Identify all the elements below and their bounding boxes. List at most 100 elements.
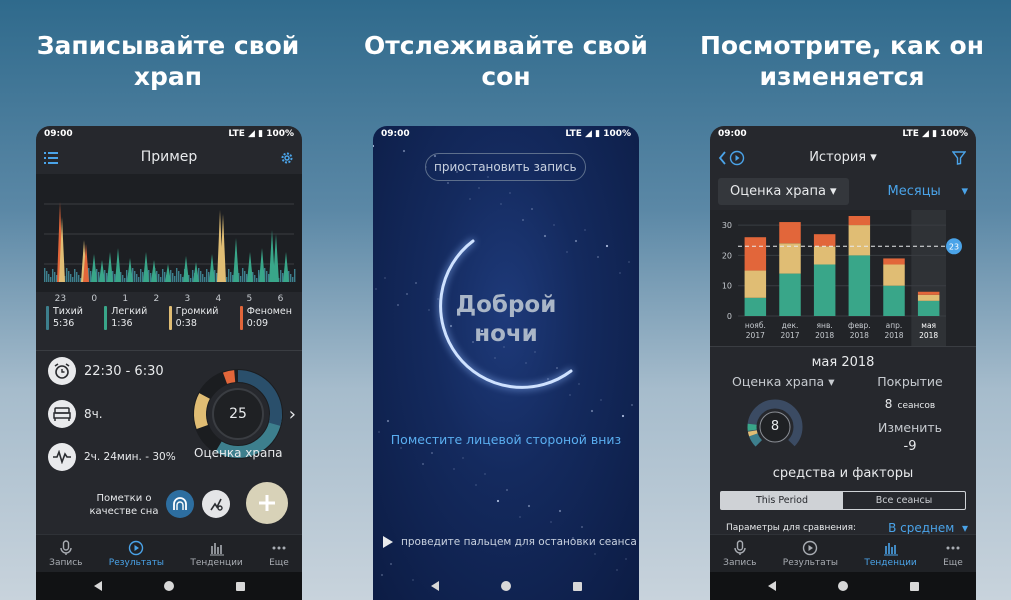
sleep-note-mouthguard-button[interactable] [166, 490, 194, 518]
star [496, 499, 500, 503]
bar-segment[interactable] [917, 294, 940, 301]
waveform-bar [190, 278, 192, 282]
metric-select[interactable]: Оценка храпа ▾ [718, 177, 849, 205]
tab-results[interactable]: Результаты [109, 540, 164, 568]
tab-trends[interactable]: Тенденции [864, 540, 917, 568]
legend-loud: Громкий 0:38 [168, 306, 218, 330]
status-network: LTE [565, 129, 582, 139]
bar-segment[interactable] [744, 270, 767, 298]
waveform-bar [78, 275, 80, 282]
bar-segment[interactable] [883, 258, 905, 265]
star [506, 489, 508, 491]
phone-trends: 09:00 LTE ◢ ▮ 100% История ▾ Оценка храп… [710, 126, 976, 600]
waveform-bar [206, 269, 208, 282]
recents-icon[interactable] [909, 581, 919, 591]
snore-spike [233, 238, 239, 282]
bar-segment[interactable] [813, 246, 836, 265]
tab-results[interactable]: Результаты [783, 540, 838, 568]
waveform-bar [174, 276, 176, 282]
tab-trends[interactable]: Тенденции [190, 540, 243, 568]
x-tick-label: дек. [782, 321, 799, 330]
bar-segment[interactable] [779, 222, 801, 244]
waveform-bar [122, 275, 124, 282]
snore-chart [36, 174, 302, 292]
time-range: 22:30 - 6:30 [84, 363, 164, 379]
home-icon[interactable] [837, 581, 848, 591]
waveform-bar [242, 268, 244, 282]
tab-more[interactable]: Еще [269, 540, 289, 568]
bar-segment[interactable] [779, 243, 801, 274]
segment-all-sessions[interactable]: Все сеансы [843, 492, 965, 509]
sleep-notes-label: Пометки о качестве сна [89, 493, 159, 517]
alarm-clock-icon [48, 357, 76, 385]
waveform-bar [158, 274, 160, 282]
home-icon[interactable] [163, 581, 174, 591]
page-title[interactable]: История ▾ [809, 150, 877, 165]
star [400, 447, 402, 449]
bar-segment[interactable] [744, 297, 767, 316]
headline-trends: Посмотрите, как он изменяется [699, 31, 985, 91]
tab-record[interactable]: Запись [49, 539, 82, 568]
recents-icon[interactable] [235, 581, 245, 591]
tick-label: 5 [246, 294, 253, 304]
back-icon[interactable] [93, 581, 102, 591]
bar-segment[interactable] [917, 291, 940, 295]
back-icon[interactable] [767, 581, 776, 591]
tick-label: 0 [91, 294, 98, 304]
menu-icon[interactable] [44, 152, 58, 164]
add-note-button[interactable] [246, 482, 288, 524]
recents-icon[interactable] [572, 581, 582, 591]
status-bar: 09:00 LTE ◢ ▮ 100% [44, 129, 294, 139]
score-gauge: 8 [746, 398, 804, 456]
star [475, 484, 477, 486]
back-play-icon[interactable] [718, 150, 746, 166]
bar-segment[interactable] [848, 216, 871, 226]
tab-more[interactable]: Еще [943, 540, 963, 568]
compare-select[interactable]: В среднем ▾ [888, 521, 968, 535]
star [422, 463, 424, 465]
y-tick-label: 20 [722, 251, 732, 260]
waveform-bar [126, 270, 128, 282]
star [431, 452, 433, 454]
tab-bar: Запись Результаты Тенденции Еще [36, 534, 302, 572]
bar-segment[interactable] [883, 285, 905, 316]
star [519, 516, 521, 518]
star [402, 149, 406, 153]
waveform-bar [134, 271, 136, 282]
waveform-bar [230, 272, 232, 282]
filter-icon[interactable] [952, 151, 966, 165]
bar-segment[interactable] [813, 264, 836, 316]
pause-recording-button[interactable]: приостановить запись [425, 153, 586, 181]
gear-icon[interactable] [280, 151, 294, 165]
home-icon[interactable] [500, 581, 511, 591]
waveform-bar [292, 277, 294, 282]
period-select[interactable]: Месяцы ▾ [888, 184, 968, 199]
bar-segment[interactable] [848, 255, 871, 316]
back-icon[interactable] [430, 581, 439, 591]
snore-stat-row: 2ч. 24мин. - 30% [48, 443, 176, 471]
bar-segment[interactable] [848, 225, 871, 256]
segment-this-period[interactable]: This Period [721, 492, 843, 509]
bar-segment[interactable] [744, 237, 767, 271]
waveform-bar [140, 269, 142, 282]
star [447, 182, 449, 184]
tab-record[interactable]: Запись [723, 539, 756, 568]
tick-label: 23 [54, 294, 67, 304]
bar-segment[interactable] [883, 264, 905, 286]
x-tick-label: мая [921, 321, 936, 330]
waveform-bar [290, 274, 292, 282]
x-tick-label: 2018 [884, 331, 903, 340]
x-tick-label: нояб. [745, 321, 766, 330]
chevron-right-icon[interactable]: › [289, 404, 296, 425]
swipe-to-stop[interactable]: проведите пальцем для остановки сеанса [383, 536, 637, 548]
score-label[interactable]: Оценка храпа ▾ [732, 374, 834, 389]
bar-segment[interactable] [917, 300, 940, 316]
legend-light: Легкий 1:36 [104, 306, 147, 330]
waveform-bar [192, 270, 194, 282]
waveform-bar [48, 274, 50, 282]
bar-segment[interactable] [779, 273, 801, 316]
waveform-bar [68, 271, 70, 282]
waveform-bar [178, 271, 180, 282]
bar-segment[interactable] [813, 234, 836, 247]
sleep-note-remedy-button[interactable] [202, 490, 230, 518]
